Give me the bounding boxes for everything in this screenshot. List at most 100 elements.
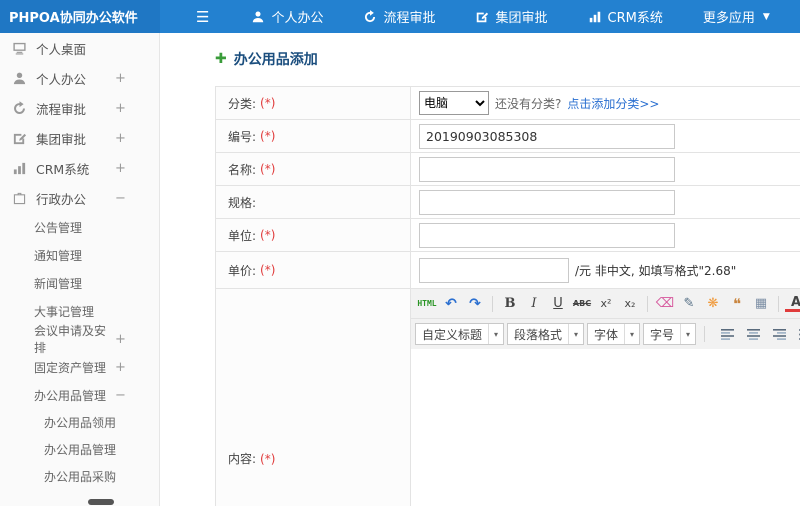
custom-heading-select[interactable]: 自定义标题 ▾ xyxy=(415,323,505,345)
field-value: /元 非中文, 如填写格式"2.68" xyxy=(411,252,800,288)
editor-toolbar-row2: 自定义标题 ▾ 段落格式 ▾ 字体 ▾ 字号 ▾ xyxy=(411,319,800,349)
edit-icon xyxy=(477,12,489,22)
sidebar-item-crm[interactable]: CRM系统 + xyxy=(0,153,159,183)
code-input[interactable] xyxy=(419,123,675,149)
field-label: 内容: (*) xyxy=(216,289,411,506)
bold-button[interactable]: B xyxy=(499,293,521,315)
editor-toolbar-row1: HTML ↶ ↷ B I U ABC x² x₂ ⌫ ✎ ❋ ❝ ▦ A xyxy=(411,289,800,319)
expand-toggle[interactable]: + xyxy=(115,71,126,86)
main-content: ✚ 办公用品添加 分类: (*) 电脑 还没有分类? 点击添加分类>> 编号: … xyxy=(160,33,800,506)
bar-chart-icon xyxy=(589,11,600,22)
field-value xyxy=(411,120,800,152)
form-row-price: 单价: (*) /元 非中文, 如填写格式"2.68" xyxy=(216,252,800,289)
nav-personal-office[interactable]: 个人办公 xyxy=(237,0,337,33)
sidebar-item-news-mgmt[interactable]: 新闻管理 xyxy=(0,269,159,297)
paragraph-format-select[interactable]: 段落格式 ▾ xyxy=(507,323,585,345)
required-marker: (*) xyxy=(260,96,276,110)
field-label: 分类: (*) xyxy=(216,87,411,119)
select-value: 字号 xyxy=(650,327,675,342)
table-icon[interactable]: ▦ xyxy=(750,293,772,315)
undo-icon[interactable]: ↶ xyxy=(440,293,462,315)
category-select[interactable]: 电脑 xyxy=(419,91,489,115)
sidebar-item-group-approval[interactable]: 集团审批 + xyxy=(0,123,159,153)
nav-label: 更多应用 xyxy=(702,11,755,26)
toolbar-separator xyxy=(704,326,706,342)
subscript-button[interactable]: x₂ xyxy=(619,293,641,315)
sidebar-item-events-mgmt[interactable]: 大事记管理 xyxy=(0,297,159,325)
field-label: 编号: (*) xyxy=(216,120,411,152)
redo-icon[interactable]: ↷ xyxy=(464,293,486,315)
collapse-toggle[interactable]: − xyxy=(115,388,126,403)
unit-input[interactable] xyxy=(419,222,675,248)
strikethrough-button[interactable]: ABC xyxy=(571,293,593,315)
align-center-icon[interactable] xyxy=(742,323,764,345)
toolbar-separator xyxy=(647,295,648,312)
name-input[interactable] xyxy=(419,156,675,182)
align-left-icon[interactable] xyxy=(716,323,738,345)
price-input[interactable] xyxy=(419,257,569,283)
superscript-button[interactable]: x² xyxy=(595,293,617,315)
sidebar-item-supplies-requisition[interactable]: 办公用品领用 xyxy=(0,409,159,436)
sidebar-item-label: 通知管理 xyxy=(34,248,83,263)
italic-button[interactable]: I xyxy=(523,293,545,315)
sidebar-item-label: 办公用品领用 xyxy=(44,416,117,430)
quick-format-icon[interactable]: ❋ xyxy=(702,293,724,315)
expand-toggle[interactable]: + xyxy=(115,360,126,375)
required-marker: (*) xyxy=(260,451,276,466)
expand-toggle[interactable]: + xyxy=(115,131,126,146)
sidebar-item-supplies-purchase[interactable]: 办公用品采购 xyxy=(0,463,159,490)
sidebar-item-label: 大事记管理 xyxy=(34,304,95,319)
remove-format-icon[interactable]: ⌫ xyxy=(654,293,676,315)
horizontal-scrollbar-thumb[interactable] xyxy=(88,499,114,505)
user-icon xyxy=(12,71,27,86)
blockquote-icon[interactable]: ❝ xyxy=(726,293,748,315)
unordered-list-icon[interactable] xyxy=(794,323,800,345)
nav-more-apps[interactable]: 更多应用 ▼ xyxy=(689,0,784,33)
sidebar-item-office-supplies-mgmt[interactable]: 办公用品管理 − xyxy=(0,381,159,409)
required-marker: (*) xyxy=(260,129,276,143)
nav-process-approval[interactable]: 流程审批 xyxy=(349,0,449,33)
hamburger-menu-icon[interactable]: ☰ xyxy=(196,8,209,26)
font-size-select[interactable]: 字号 ▾ xyxy=(643,323,697,345)
sidebar-item-desktop[interactable]: 个人桌面 xyxy=(0,33,159,63)
field-label: 单位: (*) xyxy=(216,219,411,251)
font-family-select[interactable]: 字体 ▾ xyxy=(587,323,641,345)
sidebar-item-announcement-mgmt[interactable]: 公告管理 xyxy=(0,213,159,241)
add-category-link[interactable]: 点击添加分类>> xyxy=(567,95,659,112)
sidebar-item-notice-mgmt[interactable]: 通知管理 xyxy=(0,241,159,269)
alignment-group xyxy=(716,323,800,345)
sidebar-item-admin-office[interactable]: 行政办公 − xyxy=(0,183,159,213)
required-marker: (*) xyxy=(260,263,276,277)
expand-toggle[interactable]: + xyxy=(115,332,126,347)
field-value xyxy=(411,186,800,218)
spec-input[interactable] xyxy=(419,189,675,215)
expand-toggle[interactable]: + xyxy=(115,101,126,116)
nav-label: 个人办公 xyxy=(271,11,324,26)
nav-crm-system[interactable]: CRM系统 xyxy=(574,0,677,33)
sidebar-item-label: 新闻管理 xyxy=(34,276,83,291)
sidebar-item-label: 办公用品采购 xyxy=(44,470,117,484)
sidebar-item-meeting-request[interactable]: 会议申请及安排 + xyxy=(0,324,159,355)
sidebar-item-label: 固定资产管理 xyxy=(34,360,107,375)
html-source-button[interactable]: HTML xyxy=(416,293,438,315)
nav-group-approval[interactable]: 集团审批 xyxy=(461,0,561,33)
form-row-name: 名称: (*) xyxy=(216,153,800,186)
sidebar-item-label: 流程审批 xyxy=(36,101,87,117)
label-text: 内容: xyxy=(228,452,257,466)
edit-icon xyxy=(12,131,27,146)
align-right-icon[interactable] xyxy=(768,323,790,345)
sidebar-item-supplies-manage[interactable]: 办公用品管理 xyxy=(0,436,159,463)
form-row-content: 内容: (*) HTML ↶ ↷ B I U ABC x² x₂ ⌫ ✎ ❋ ❝… xyxy=(216,289,800,506)
editor-content-area[interactable] xyxy=(411,349,800,506)
collapse-toggle[interactable]: − xyxy=(115,191,126,206)
expand-toggle[interactable]: + xyxy=(115,161,126,176)
sidebar-item-process-approval[interactable]: 流程审批 + xyxy=(0,93,159,123)
font-color-button[interactable]: A xyxy=(785,296,800,312)
underline-button[interactable]: U xyxy=(547,293,569,315)
sidebar-item-fixed-assets[interactable]: 固定资产管理 + xyxy=(0,353,159,381)
sidebar-item-personal-office[interactable]: 个人办公 + xyxy=(0,63,159,93)
required-marker: (*) xyxy=(260,228,276,242)
label-text: 编号: xyxy=(228,129,257,144)
format-brush-icon[interactable]: ✎ xyxy=(678,293,700,315)
label-text: 单位: xyxy=(228,228,257,243)
